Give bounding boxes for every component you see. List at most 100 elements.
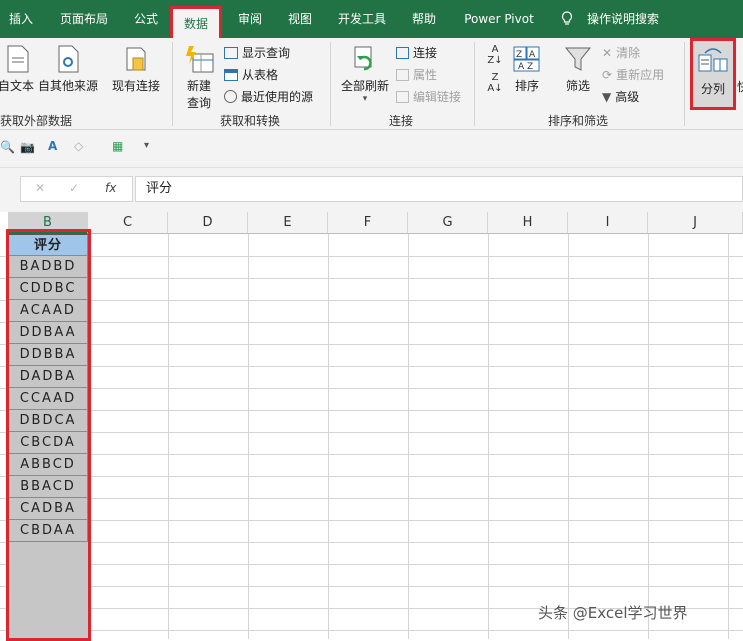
formula-bar: ✕ ✓ fx 评分 [0,168,743,212]
tab-help[interactable]: 帮助 [402,0,446,38]
camera-icon[interactable]: 📷 [20,140,35,154]
row-gridline [0,520,743,521]
format-painter-icon[interactable]: ◇ [74,139,83,153]
column-gridline [488,234,489,639]
tab-data[interactable]: 数据 [170,6,222,38]
selection-highlight-box [6,229,91,641]
column-header-g[interactable]: G [408,212,488,234]
group-separator [172,42,173,126]
row-gridline [0,278,743,279]
sort-descending-icon: Z A↓ [487,72,503,94]
sort-az-button[interactable]: A Z↓ Z A↓ [484,44,506,94]
get-transform-label: 获取和转换 [220,114,281,128]
column-header-f[interactable]: F [328,212,408,234]
filter-button[interactable]: 筛选 [560,44,596,94]
tab-view[interactable]: 视图 [278,0,322,38]
zoom-icon[interactable]: 🔍 [0,140,15,154]
column-header-c[interactable]: C [88,212,168,234]
sort-ascending-icon: A Z↓ [487,44,503,66]
row-gridline [0,366,743,367]
other-sources-icon [58,45,79,73]
tab-review[interactable]: 审阅 [228,0,272,38]
text-to-columns-icon [698,48,728,72]
row-gridline [0,256,743,257]
row-gridline [0,542,743,543]
column-gridline [408,234,409,639]
row-gridline [0,300,743,301]
svg-text:Z: Z [516,50,522,60]
column-header-j[interactable]: J [648,212,743,234]
existing-connections-button[interactable]: 现有连接 [108,44,164,94]
other-sources-button[interactable]: 自其他来源 [36,44,100,94]
row-gridline [0,388,743,389]
column-header-h[interactable]: H [488,212,568,234]
reapply-button[interactable]: ⟳ 重新应用 [602,66,664,83]
from-text-button[interactable]: 自文本 [0,44,36,94]
group-separator [684,42,685,126]
get-external-data-label: 获取外部数据 [0,114,73,128]
clear-filter-button[interactable]: ✕ 清除 [602,44,640,61]
svg-text:A: A [529,50,536,60]
column-header-i[interactable]: I [568,212,648,234]
formula-input[interactable]: 评分 [135,176,743,202]
chart-icon[interactable]: ▦ [112,139,123,153]
column-header-d[interactable]: D [168,212,248,234]
flash-fill-button[interactable]: 快 [737,78,743,95]
quick-access-toolbar: 🔍 📷 A ◇ ▦ ▾ [0,130,743,168]
enter-icon[interactable]: ✓ [69,181,79,195]
row-gridline [0,432,743,433]
edit-links-button[interactable]: 编辑链接 [396,88,461,105]
column-gridline [728,234,729,639]
properties-icon [396,69,409,81]
connections-icon [396,47,409,59]
tab-developer[interactable]: 开发工具 [330,0,394,38]
spell-check-icon[interactable]: A [48,139,57,153]
customize-qat-icon[interactable]: ▾ [144,140,149,151]
worksheet-grid[interactable]: B C D E F G H I J 评分 BADBD CDDBC ACAAD D… [0,212,743,639]
show-queries-button[interactable]: 显示查询 [224,44,290,61]
group-separator [474,42,475,126]
advanced-filter-button[interactable]: ▼ 高级 [602,88,639,105]
row-gridline [0,410,743,411]
table-icon [224,69,238,81]
connections-label: 连接 [389,114,414,128]
group-separator [330,42,331,126]
insert-function-icon[interactable]: fx [105,181,116,195]
ribbon: 自文本 自其他来源 现有连接 获取外部数据 新建 查询 显示查询 从表格 最近使… [0,38,743,130]
reapply-icon: ⟳ [602,68,613,82]
column-header-e[interactable]: E [248,212,328,234]
new-query-button[interactable]: 新建 查询 [178,44,220,111]
formula-buttons: ✕ ✓ fx [20,176,133,202]
tell-me-search[interactable]: 操作说明搜索 [582,0,664,38]
edit-links-icon [396,91,409,103]
tab-power-pivot[interactable]: Power Pivot [456,0,542,38]
row-gridline [0,344,743,345]
new-query-icon [186,46,214,73]
advanced-filter-icon: ▼ [602,90,612,104]
row-gridline [0,586,743,587]
sort-icon: Z A A Z [513,46,540,72]
watermark: 头条 @Excel学习世界 [538,604,688,622]
row-gridline [0,630,743,631]
refresh-all-button[interactable]: 全部刷新 ▾ [338,44,392,104]
from-table-button[interactable]: 从表格 [224,66,278,83]
column-gridline [168,234,169,639]
lightbulb-icon [561,11,573,25]
column-gridline [648,234,649,639]
properties-button[interactable]: 属性 [396,66,437,83]
row-gridline [0,476,743,477]
tab-page-layout[interactable]: 页面布局 [52,0,116,38]
cancel-icon[interactable]: ✕ [35,181,45,195]
connections-button[interactable]: 连接 [396,44,437,61]
tab-insert[interactable]: 插入 [0,0,42,38]
column-gridline [248,234,249,639]
row-gridline [0,322,743,323]
ribbon-tab-bar: 插入 页面布局 公式 数据 审阅 视图 开发工具 帮助 Power Pivot … [0,0,743,38]
filter-funnel-icon [564,47,592,71]
tab-formulas[interactable]: 公式 [124,0,168,38]
refresh-icon [354,46,372,71]
text-to-columns-button[interactable]: 分列 [690,38,736,110]
recent-sources-button[interactable]: 最近使用的源 [224,88,313,105]
dropdown-arrow-icon: ▾ [362,94,368,104]
sort-button[interactable]: Z A A Z 排序 [510,44,544,94]
